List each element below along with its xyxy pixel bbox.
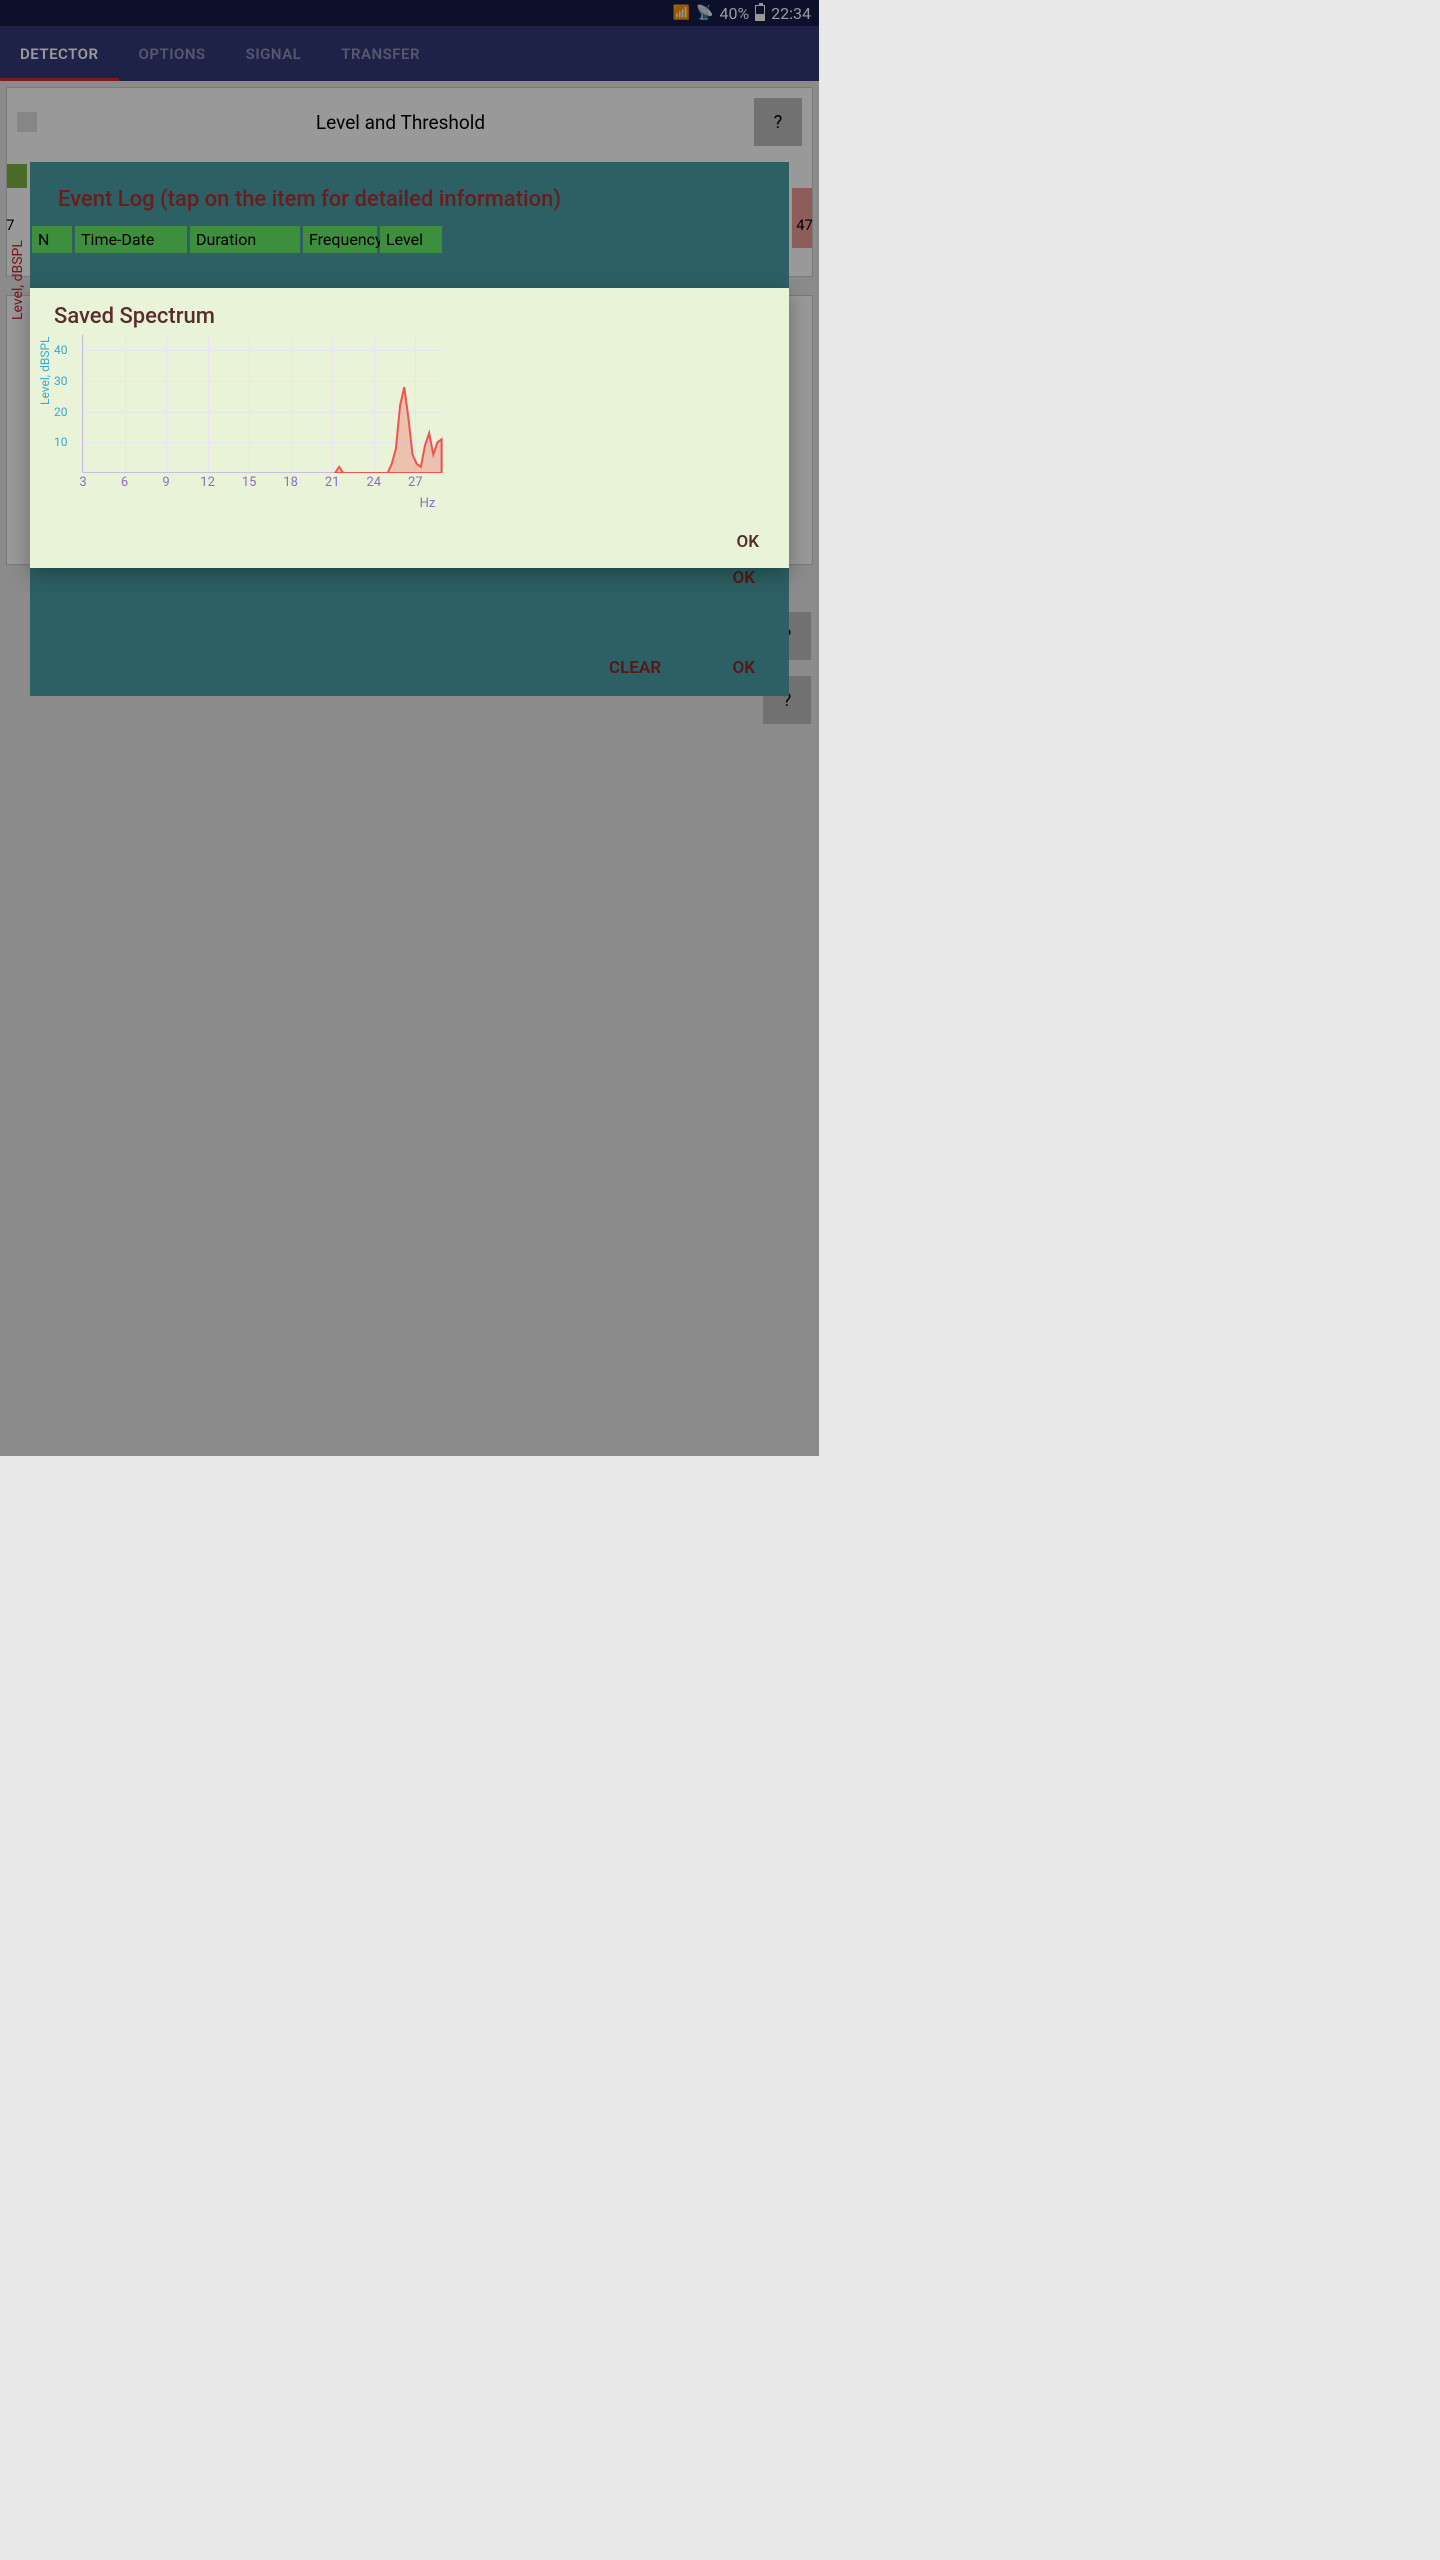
x-tick: 15 (242, 475, 257, 490)
y-tick: 40 (54, 343, 68, 357)
col-time[interactable]: Time-Date (75, 226, 187, 253)
x-tick: 24 (366, 475, 381, 490)
eventlog-ok-button[interactable]: OK (733, 658, 756, 678)
x-tick: 9 (162, 475, 169, 490)
x-tick: 12 (200, 475, 215, 490)
x-tick: 27 (408, 475, 423, 490)
plot-area: 369121518212427 (82, 335, 442, 473)
x-tick: 21 (325, 475, 340, 490)
y-tick: 30 (54, 374, 68, 388)
saved-spectrum-dialog: Saved Spectrum Level, dBSPL 369121518212… (30, 288, 789, 568)
col-level[interactable]: Level (380, 226, 442, 253)
x-tick: 3 (79, 475, 86, 490)
x-tick: 18 (283, 475, 298, 490)
clear-button[interactable]: CLEAR (609, 658, 661, 678)
y-tick: 20 (54, 405, 68, 419)
detail-ok-button[interactable]: OK (733, 568, 756, 588)
spectrum-ok-button[interactable]: OK (737, 532, 760, 552)
y-axis-label: Level, dBSPL (38, 336, 52, 405)
col-dur[interactable]: Duration (190, 226, 300, 253)
y-tick: 10 (54, 435, 68, 449)
x-axis-label: Hz (420, 496, 436, 511)
col-freq[interactable]: Frequency, (303, 226, 377, 253)
event-log-header-row: N Time-Date Duration Frequency, Level (30, 226, 789, 253)
event-log-title: Event Log (tap on the item for detailed … (30, 162, 789, 226)
spectrum-title: Saved Spectrum (30, 288, 789, 335)
col-n[interactable]: N (32, 226, 72, 253)
spectrum-series (83, 335, 443, 473)
x-tick: 6 (121, 475, 128, 490)
spectrum-plot: Level, dBSPL 369121518212427 Hz 10203040 (76, 335, 779, 477)
